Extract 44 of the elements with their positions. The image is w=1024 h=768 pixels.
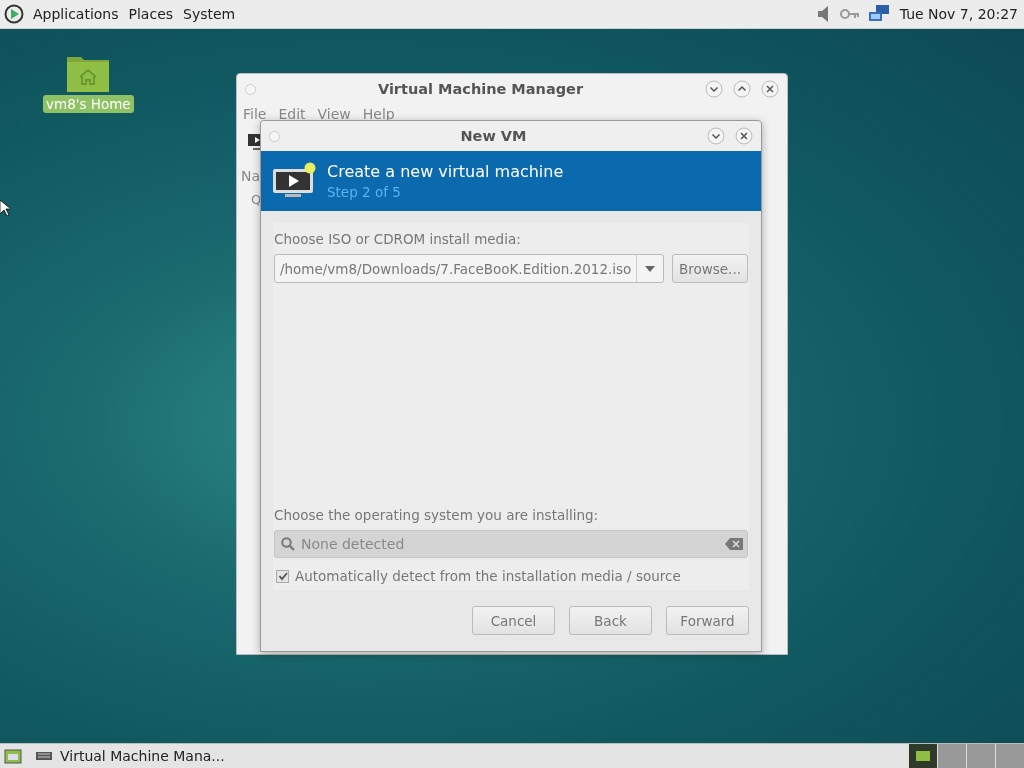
desktop-icon-label[interactable]: vm8's Home: [43, 95, 134, 113]
dialog-button[interactable]: Back: [569, 606, 652, 635]
minimize-icon[interactable]: [707, 127, 725, 145]
dropdown-arrow-icon[interactable]: [644, 265, 655, 272]
auto-detect-label: Automatically detect from the installation media / source: [295, 568, 681, 584]
workspace-switcher[interactable]: [908, 744, 937, 768]
menu-item[interactable]: File: [243, 106, 267, 122]
auto-detect-checkbox[interactable]: [276, 569, 289, 583]
panel-menu[interactable]: System: [182, 6, 237, 22]
menu-item[interactable]: Help: [362, 106, 395, 122]
browse-button[interactable]: Browse...: [671, 254, 748, 283]
app-icon: [36, 751, 52, 761]
logo-icon[interactable]: [4, 4, 24, 24]
mouse-pointer-icon: [0, 200, 10, 216]
maximize-icon[interactable]: [733, 80, 751, 98]
show-desktop-icon[interactable]: [4, 748, 22, 764]
panel-menu[interactable]: Places: [127, 6, 175, 22]
os-search-field[interactable]: None detected: [274, 530, 748, 558]
taskbar-button[interactable]: Virtual Machine Mana...: [30, 745, 231, 767]
minimize-icon[interactable]: [705, 80, 723, 98]
dialog-title: New VM: [459, 128, 528, 144]
key-icon[interactable]: [839, 8, 860, 20]
workspace-switcher[interactable]: [937, 744, 966, 768]
panel-menu[interactable]: Applications: [32, 6, 120, 22]
clear-icon[interactable]: [725, 538, 743, 550]
network-icon[interactable]: [867, 4, 890, 24]
dialog-button[interactable]: Forward: [666, 606, 749, 635]
menu-item[interactable]: Edit: [278, 106, 306, 122]
table-cell: Q: [251, 192, 262, 207]
workspace-switcher[interactable]: [995, 744, 1024, 768]
os-label: Choose the operating system you are installing:: [274, 507, 600, 523]
search-icon: [281, 537, 295, 551]
dialog-button[interactable]: Cancel: [472, 606, 555, 635]
workspace-switcher[interactable]: [966, 744, 995, 768]
iso-path-combo[interactable]: /home/vm8/Downloads/7.FaceBooK.Edition.2012.iso: [274, 254, 664, 283]
clock[interactable]: Tue Nov 7, 20:27: [899, 6, 1018, 22]
close-icon[interactable]: [761, 80, 779, 98]
step-indicator: Step 2 of 5: [327, 184, 402, 200]
column-header[interactable]: Na: [241, 168, 261, 184]
window-title: Virtual Machine Manager: [376, 81, 585, 97]
media-label: Choose ISO or CDROM install media:: [274, 231, 522, 247]
menu-item[interactable]: View: [317, 106, 351, 122]
header-title: Create a new virtual machine: [327, 162, 564, 181]
close-icon[interactable]: [735, 127, 753, 145]
